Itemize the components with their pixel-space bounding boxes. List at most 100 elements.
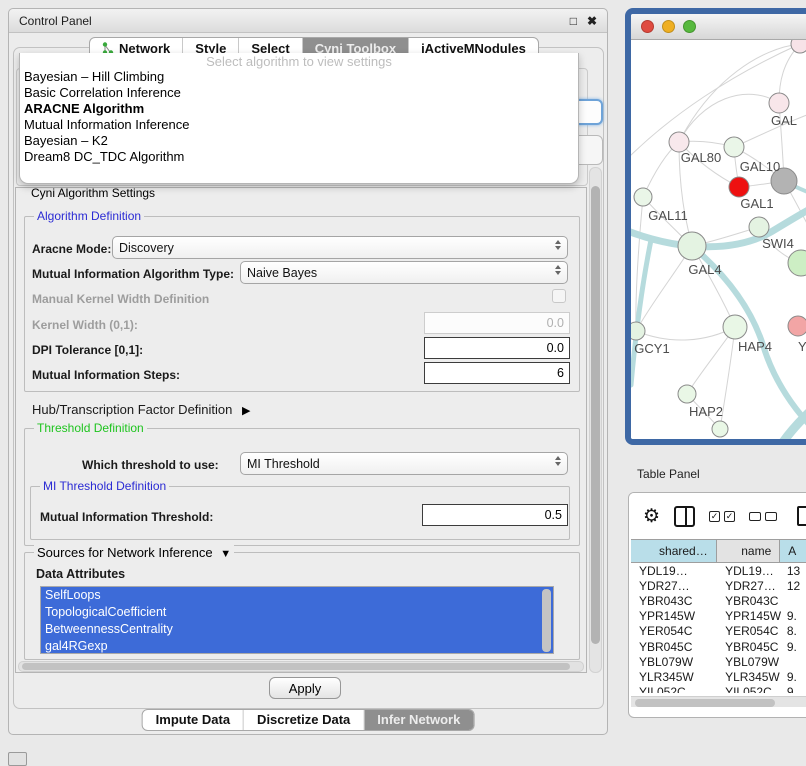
table-cell: 9.: [781, 609, 806, 623]
control-panel-header: Control Panel □ ✖: [9, 9, 607, 33]
algorithm-option[interactable]: ARACNE Algorithm: [20, 101, 578, 117]
table-row[interactable]: YIL052CYIL052C9.: [631, 685, 806, 694]
network-node[interactable]: [791, 40, 806, 53]
network-node-label: HAP4: [738, 339, 772, 354]
zoom-window-icon[interactable]: [683, 20, 696, 33]
table-cell: YBR045C: [717, 640, 781, 654]
network-node[interactable]: [678, 385, 696, 403]
algorithm-option[interactable]: Bayesian – Hill Climbing: [20, 69, 578, 85]
mi-type-select[interactable]: Naive Bayes: [240, 261, 568, 284]
close-window-icon[interactable]: [641, 20, 654, 33]
aracne-mode-select[interactable]: Discovery: [112, 236, 568, 259]
algorithm-option[interactable]: Mutual Information Inference: [20, 117, 578, 133]
table-cell: YDR27…: [631, 579, 717, 593]
column-header-clipped[interactable]: A: [780, 540, 806, 562]
table-body: YDL19…YDL19…13YDR27…YDR27…12YBR043CYBR04…: [631, 563, 806, 693]
tab-impute-data[interactable]: Impute Data: [143, 710, 244, 730]
mi-steps-field[interactable]: 6: [424, 362, 570, 384]
control-panel: Control Panel □ ✖ Network Style Select C…: [8, 8, 608, 735]
network-node[interactable]: [678, 232, 706, 260]
attributes-list-scrollbar[interactable]: [542, 589, 551, 652]
network-node-label: GCY1: [634, 341, 669, 356]
algorithm-dropdown-list: Select algorithm to view settings Bayesi…: [19, 53, 579, 184]
hub-definition-toggle[interactable]: Hub/Transcription Factor Definition ▶: [32, 402, 250, 417]
sources-group-title[interactable]: Sources for Network Inference ▼: [34, 545, 234, 560]
table-row[interactable]: YBL079WYBL079W: [631, 654, 806, 669]
network-node[interactable]: [788, 250, 806, 276]
network-node[interactable]: [631, 322, 645, 340]
attribute-list-item[interactable]: BetweennessCentrality: [41, 621, 553, 638]
network-node[interactable]: [724, 137, 744, 157]
table-header-row: shared… name A: [631, 539, 806, 563]
settings-vertical-scrollbar[interactable]: [589, 167, 602, 673]
mi-threshold-field[interactable]: 0.5: [422, 504, 568, 526]
table-row[interactable]: YLR345WYLR345W9.: [631, 669, 806, 684]
table-row[interactable]: YBR045CYBR045C9.: [631, 639, 806, 654]
bottom-tabs: Impute Data Discretize Data Infer Networ…: [142, 709, 475, 731]
network-node[interactable]: [723, 315, 747, 339]
network-view-window: GALGAL80GAL10GAL1GAL11SWI4GAL4GCY1HAP4YH…: [625, 8, 806, 445]
manual-kernel-label: Manual Kernel Width Definition: [32, 292, 209, 306]
column-header-shared-name[interactable]: shared…: [631, 540, 717, 562]
split-columns-icon[interactable]: [674, 506, 695, 527]
algorithm-definition-title: Algorithm Definition: [34, 209, 144, 223]
collapsed-panel-icon[interactable]: [8, 752, 27, 766]
table-horizontal-scrollbar[interactable]: [631, 696, 806, 707]
table-row[interactable]: YDL19…YDL19…13: [631, 563, 806, 578]
which-threshold-select[interactable]: MI Threshold: [240, 452, 568, 475]
algorithm-option[interactable]: Dream8 DC_TDC Algorithm: [20, 149, 578, 165]
table-row[interactable]: YDR27…YDR27…12: [631, 578, 806, 593]
mi-threshold-label: Mutual Information Threshold:: [40, 510, 213, 524]
attribute-list-item[interactable]: SelfLoops: [41, 587, 553, 604]
table-cell: 9.: [781, 685, 806, 693]
network-node[interactable]: [729, 177, 749, 197]
table-panel-header: Table Panel: [612, 458, 806, 490]
dpi-tolerance-field[interactable]: 0.0: [424, 337, 570, 359]
table-row[interactable]: YPR145WYPR145W9.: [631, 609, 806, 624]
minimize-window-icon[interactable]: [662, 20, 675, 33]
table-cell: YBL079W: [631, 655, 717, 669]
tab-discretize-data[interactable]: Discretize Data: [244, 710, 364, 730]
settings-horizontal-scrollbar[interactable]: [18, 661, 584, 672]
network-node[interactable]: [669, 132, 689, 152]
table-row[interactable]: YBR043CYBR043C: [631, 593, 806, 608]
table-row[interactable]: YER054CYER054C8.: [631, 624, 806, 639]
network-node[interactable]: [788, 316, 806, 336]
deselect-all-icon[interactable]: [749, 512, 777, 521]
network-canvas[interactable]: GALGAL80GAL10GAL1GAL11SWI4GAL4GCY1HAP4YH…: [631, 40, 806, 439]
select-all-icon[interactable]: ✓✓: [709, 511, 735, 522]
table-cell: YBR043C: [717, 594, 781, 608]
network-node[interactable]: [769, 93, 789, 113]
new-table-icon[interactable]: [797, 506, 806, 526]
aracne-mode-label: Aracne Mode:: [32, 242, 111, 256]
expand-arrow-icon: ▶: [242, 405, 250, 417]
column-header-name[interactable]: name: [717, 540, 781, 562]
data-attributes-list[interactable]: SelfLoopsTopologicalCoefficientBetweenne…: [40, 586, 554, 654]
kernel-width-field[interactable]: 0.0: [424, 312, 570, 334]
tab-infer-network[interactable]: Infer Network: [364, 710, 473, 730]
mi-threshold-group-title: MI Threshold Definition: [40, 479, 169, 493]
dpi-tolerance-label: DPI Tolerance [0,1]:: [32, 343, 143, 357]
settings-group-title: Cyni Algorithm Settings: [28, 187, 158, 200]
network-node-label: GAL80: [681, 150, 721, 165]
float-panel-icon[interactable]: □: [570, 15, 577, 27]
apply-button[interactable]: Apply: [269, 677, 341, 699]
algorithm-option[interactable]: Bayesian – K2: [20, 133, 578, 149]
manual-kernel-checkbox[interactable]: [552, 289, 566, 303]
network-node[interactable]: [634, 188, 652, 206]
table-cell: YDR27…: [717, 579, 781, 593]
table-cell: YER054C: [631, 624, 717, 638]
network-node[interactable]: [749, 217, 769, 237]
table-cell: YPR145W: [631, 609, 717, 623]
node-table: shared… name A YDL19…YDL19…13YDR27…YDR27…: [631, 539, 806, 693]
collapse-arrow-icon: ▼: [220, 548, 231, 560]
mi-type-label: Mutual Information Algorithm Type:: [32, 267, 234, 281]
network-node[interactable]: [712, 421, 728, 437]
close-panel-icon[interactable]: ✖: [587, 15, 597, 27]
gear-icon[interactable]: ⚙: [643, 507, 660, 526]
attribute-list-item[interactable]: TopologicalCoefficient: [41, 604, 553, 621]
network-window-titlebar: [631, 14, 806, 40]
algorithm-option[interactable]: Basic Correlation Inference: [20, 85, 578, 101]
algorithm-options: Bayesian – Hill ClimbingBasic Correlatio…: [20, 69, 578, 165]
attribute-list-item[interactable]: gal4RGexp: [41, 638, 553, 654]
